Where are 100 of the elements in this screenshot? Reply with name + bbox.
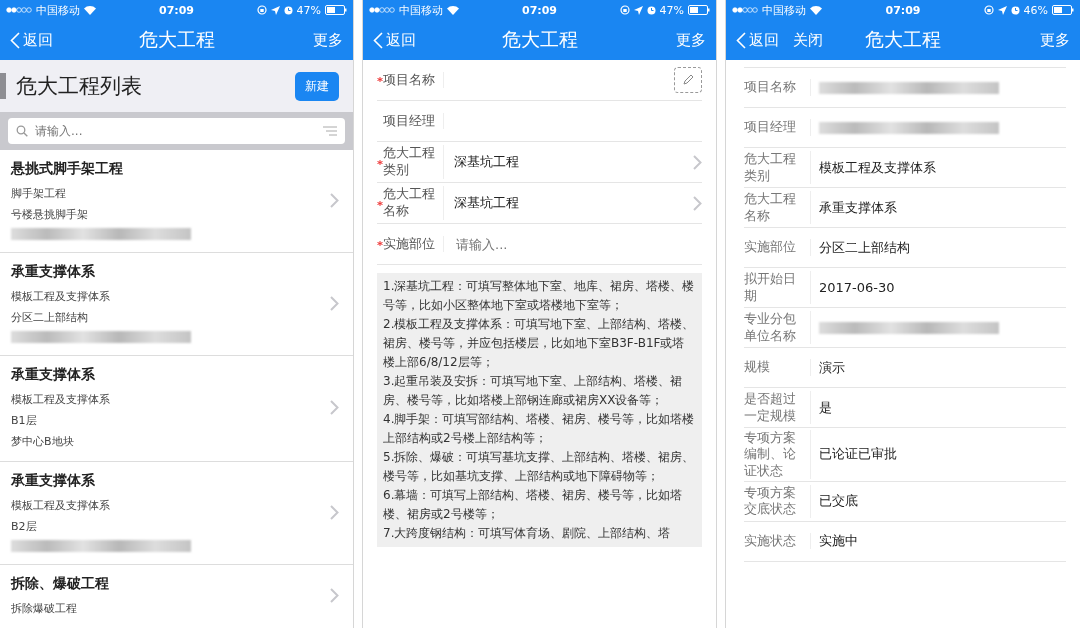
- field-value: 已论证已审批: [818, 445, 897, 464]
- field-label: 项目经理: [744, 119, 811, 136]
- field-value: 2017-06-30: [818, 280, 895, 295]
- field-label: 项目名称: [383, 71, 435, 89]
- item-detail: 号楼悬挑脚手架: [11, 207, 89, 222]
- form-field[interactable]: 项目名称: [377, 60, 702, 101]
- chevron-right-icon: [693, 195, 702, 211]
- carrier-text: 中国移动: [36, 2, 80, 18]
- wifi-icon: [447, 5, 459, 15]
- form-field[interactable]: 危大工程类别 深基坑工程: [377, 142, 702, 183]
- battery-icon: [325, 5, 347, 15]
- alarm-icon: [646, 5, 656, 15]
- chevron-right-icon: [330, 588, 339, 603]
- location-icon: [997, 5, 1007, 15]
- wifi-icon: [810, 5, 822, 15]
- clock-text: 07:09: [522, 3, 557, 17]
- chevron-right-icon: [330, 192, 339, 208]
- alarm-icon: [283, 5, 293, 15]
- item-detail: 模板工程及支撑体系: [11, 498, 111, 513]
- list-item[interactable]: 承重支撑体系 模板工程及支撑体系 B2层: [0, 462, 353, 565]
- chevron-left-icon: [373, 31, 383, 49]
- item-title: 拆除、爆破工程: [11, 575, 110, 593]
- field-label: 规模: [744, 359, 811, 376]
- nav-title: 危大工程: [138, 28, 215, 50]
- field-label: 实施部位: [383, 235, 435, 253]
- battery-text: 47%: [659, 3, 684, 17]
- hint-text: 2.模板工程及支撑体系：可填写地下室、上部结构、塔楼、裙房、楼号等，并应包括楼层，比如地下室B3F-B1F或塔楼上部6/8/12层等；: [383, 316, 696, 371]
- carrier-text: 中国移动: [399, 2, 443, 18]
- item-detail: 分区二上部结构: [11, 310, 89, 325]
- chevron-right-icon: [330, 295, 339, 311]
- pencil-icon: [682, 74, 694, 86]
- field-label: 项目名称: [744, 79, 811, 96]
- list-item[interactable]: 拆除、爆破工程 拆除爆破工程: [0, 565, 353, 628]
- field-value: 深基坑工程: [454, 153, 519, 171]
- field-value: 演示: [818, 358, 845, 377]
- battery-icon: [688, 5, 710, 15]
- more-button[interactable]: 更多: [311, 28, 345, 52]
- item-detail: B2层: [11, 519, 38, 534]
- field-label: 专业分包单位名称: [744, 311, 811, 344]
- hint-text: 7.大跨度钢结构：可填写体育场、剧院、上部结构、塔: [383, 525, 672, 542]
- field-value: 模板工程及支撑体系: [818, 158, 936, 177]
- back-button[interactable]: 返回: [371, 28, 418, 52]
- signature-button[interactable]: [674, 67, 702, 93]
- item-detail: B1层: [11, 413, 38, 428]
- field-value: 分区二上部结构: [818, 238, 910, 257]
- hint-text: 1.深基坑工程：可填写整体地下室、地库、裙房、塔楼、楼号等，比如小区整体地下室或塔楼地下室等；: [383, 278, 696, 314]
- item-title: 悬挑式脚手架工程: [11, 160, 124, 178]
- field-label: 危大工程名称: [744, 191, 811, 224]
- item-title: 承重支撑体系: [11, 263, 96, 281]
- field-value: 已交底: [818, 492, 858, 511]
- rotation-lock-icon: [256, 5, 267, 15]
- form-field[interactable]: 危大工程名称 深基坑工程: [377, 183, 702, 224]
- field-label: 拟开始日期: [744, 271, 811, 304]
- search-icon: [16, 125, 28, 137]
- list-item[interactable]: 承重支撑体系 模板工程及支撑体系 B1层 梦中心B地块: [0, 356, 353, 462]
- list-item[interactable]: 悬挑式脚手架工程 脚手架工程 号楼悬挑脚手架: [0, 150, 353, 253]
- field-label: 是否超过一定规模: [744, 391, 811, 424]
- form-field[interactable]: 项目经理: [377, 101, 702, 142]
- more-button[interactable]: 更多: [674, 28, 708, 52]
- hint-text: 3.起重吊装及安拆：可填写地下室、上部结构、塔楼、裙房、楼号等，比如塔楼上部钢连廊或裙房XX设备等；: [383, 373, 684, 409]
- location-icon: [633, 5, 643, 15]
- new-button[interactable]: 新建: [295, 71, 339, 101]
- item-detail: 模板工程及支撑体系: [11, 289, 111, 304]
- item-detail: 梦中心B地块: [11, 434, 75, 449]
- field-label: 实施部位: [744, 239, 811, 256]
- signal-icon: [369, 7, 395, 13]
- battery-text: 47%: [296, 3, 321, 17]
- wifi-icon: [84, 5, 96, 15]
- chevron-left-icon: [736, 31, 746, 49]
- field-label: 危大工程类别: [383, 145, 436, 179]
- back-button[interactable]: 返回: [8, 28, 55, 52]
- field-label: 专项方案交底状态: [744, 485, 811, 518]
- rotation-lock-icon: [983, 5, 994, 15]
- signal-icon: [732, 7, 758, 13]
- chevron-right-icon: [330, 504, 339, 520]
- close-button[interactable]: 关闭: [791, 28, 825, 52]
- field-value: 实施中: [818, 532, 858, 551]
- field-value: 深基坑工程: [454, 194, 519, 212]
- rotation-lock-icon: [619, 5, 630, 15]
- clock-text: 07:09: [159, 3, 194, 17]
- chevron-left-icon: [10, 31, 20, 49]
- search-field[interactable]: 请输入...: [8, 118, 345, 144]
- form-field[interactable]: 实施部位 请输入...: [377, 224, 702, 265]
- battery-text: 46%: [1023, 3, 1048, 17]
- text-input[interactable]: 请输入...: [454, 235, 702, 253]
- nav-title: 危大工程: [865, 28, 941, 50]
- battery-icon: [1052, 5, 1074, 15]
- field-label: 危大工程类别: [744, 151, 811, 184]
- nav-title: 危大工程: [501, 28, 578, 50]
- field-label: 专项方案编制、论证状态: [744, 430, 811, 479]
- accent-bar: [0, 73, 6, 99]
- signal-icon: [6, 7, 32, 13]
- field-label: 危大工程名称: [383, 186, 436, 220]
- list-item[interactable]: 承重支撑体系 模板工程及支撑体系 分区二上部结构: [0, 253, 353, 356]
- hint-text: 6.幕墙：可填写上部结构、塔楼、裙房、楼号等，比如塔楼、裙房或2号楼等；: [383, 487, 684, 523]
- field-value: 是: [818, 398, 832, 417]
- chevron-right-icon: [330, 400, 339, 415]
- more-button[interactable]: 更多: [1038, 28, 1072, 52]
- back-button[interactable]: 返回: [734, 28, 781, 52]
- carrier-text: 中国移动: [762, 2, 806, 18]
